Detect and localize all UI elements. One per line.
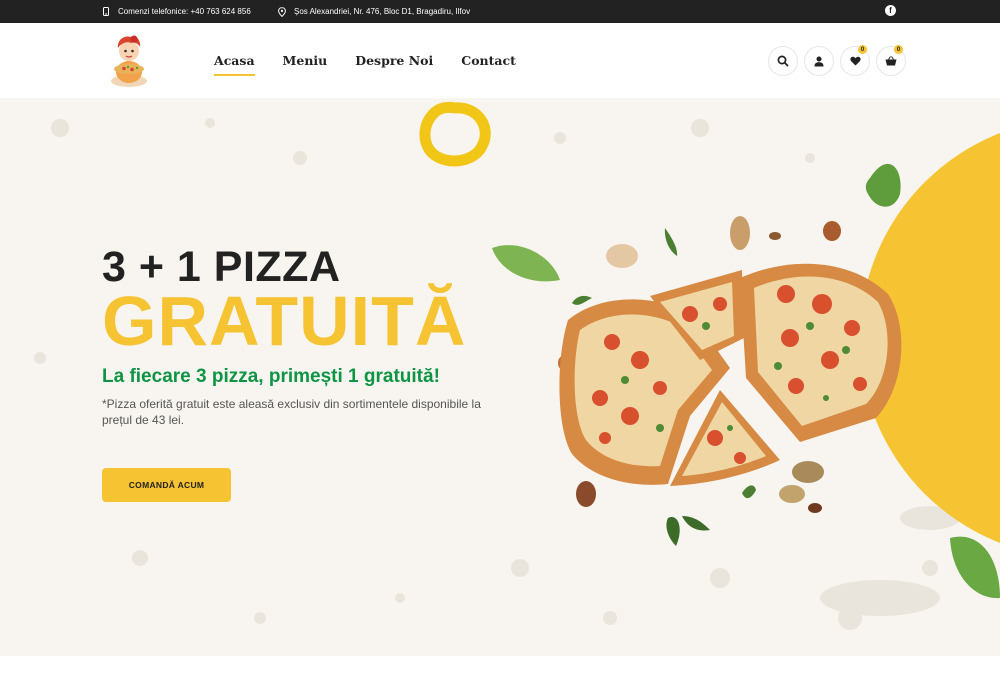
heart-icon	[849, 56, 861, 66]
nav-item-acasa[interactable]: Acasa	[214, 53, 255, 76]
nav-item-meniu[interactable]: Meniu	[283, 53, 328, 76]
basket-icon	[885, 56, 897, 66]
wishlist-button[interactable]: 0	[840, 45, 870, 76]
page-bottom	[0, 656, 1000, 680]
main-nav: Acasa Meniu Despre Noi Contact	[214, 53, 516, 76]
cart-count-badge: 0	[894, 45, 903, 54]
location-pin-icon	[277, 6, 286, 17]
search-icon	[777, 55, 789, 67]
phone-info[interactable]: Comenzi telefonice: +40 763 624 856	[101, 7, 251, 16]
nav-item-despre-noi[interactable]: Despre Noi	[355, 53, 433, 76]
nav-item-contact[interactable]: Contact	[461, 53, 516, 76]
order-now-button[interactable]: COMANDĂ ACUM	[102, 468, 231, 502]
hero-note: *Pizza oferită gratuit este aleasă exclu…	[102, 397, 481, 427]
wishlist-count-badge: 0	[858, 45, 867, 54]
account-button[interactable]	[804, 46, 834, 76]
address-info: Șos Alexandriei, Nr. 476, Bloc D1, Braga…	[277, 6, 471, 17]
top-bar: Comenzi telefonice: +40 763 624 856 Șos …	[0, 0, 1000, 23]
hero-banner: 3 + 1 PIZZA GRATUITĂ La fiecare 3 pizza,…	[0, 98, 1000, 656]
phone-icon	[101, 7, 110, 16]
site-header: Acasa Meniu Despre Noi Contact 0 0	[0, 23, 1000, 98]
hero-title-line2: GRATUITĂ	[102, 282, 467, 360]
search-button[interactable]	[768, 46, 798, 76]
facebook-icon[interactable]: f	[885, 5, 896, 16]
hero-subtitle: La fiecare 3 pizza, primești 1 gratuită!	[102, 366, 440, 387]
user-icon	[814, 56, 824, 66]
address-text: Șos Alexandriei, Nr. 476, Bloc D1, Braga…	[294, 7, 471, 16]
cart-button[interactable]: 0	[876, 45, 906, 76]
phone-text: Comenzi telefonice: +40 763 624 856	[118, 7, 251, 16]
logo[interactable]	[105, 31, 153, 89]
